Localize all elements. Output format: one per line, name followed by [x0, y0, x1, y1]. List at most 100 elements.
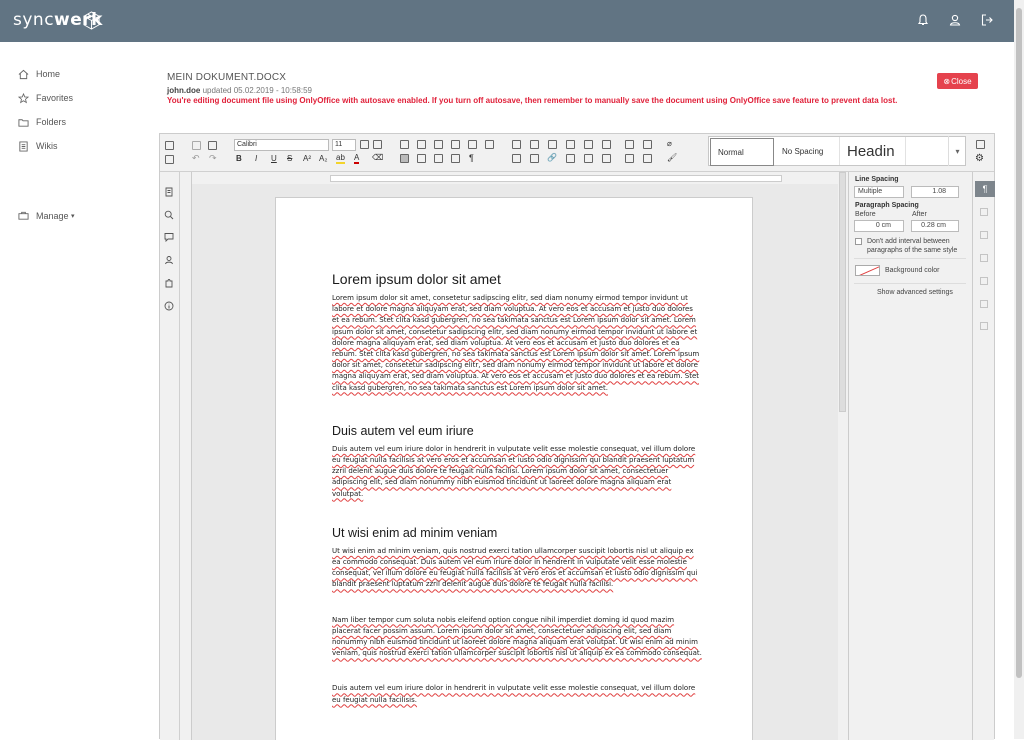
- superscript-icon[interactable]: A²: [303, 154, 311, 163]
- align-center-icon[interactable]: [417, 154, 426, 163]
- horizontal-ruler[interactable]: [192, 172, 838, 184]
- vertical-ruler[interactable]: [180, 172, 192, 740]
- search-icon[interactable]: [164, 207, 174, 220]
- header-settings-icon[interactable]: [980, 254, 988, 262]
- copy-icon[interactable]: [192, 141, 201, 150]
- align-justify-icon[interactable]: [451, 154, 460, 163]
- page-layout-icon[interactable]: [625, 140, 634, 149]
- numbering-icon[interactable]: [417, 140, 426, 149]
- paragraph[interactable]: Nam liber tempor cum soluta nobis eleife…: [332, 615, 702, 660]
- dont-add-interval-checkbox[interactable]: [855, 238, 862, 245]
- line-spacing-icon[interactable]: [485, 140, 494, 149]
- line-spacing-value[interactable]: 1.08: [911, 186, 959, 198]
- view-settings-icon[interactable]: [976, 140, 985, 149]
- briefcase-icon: [18, 211, 29, 220]
- advanced-settings-link[interactable]: Show advanced settings: [877, 289, 953, 296]
- insert-table-icon[interactable]: [512, 140, 521, 149]
- logout-icon[interactable]: [980, 13, 994, 27]
- decrease-font-icon[interactable]: [373, 140, 382, 149]
- print-icon[interactable]: [165, 141, 174, 150]
- chat-user-icon[interactable]: [164, 252, 174, 265]
- insert-chart-icon[interactable]: [548, 140, 557, 149]
- chart-settings-icon[interactable]: [980, 300, 988, 308]
- increase-indent-icon[interactable]: [468, 140, 477, 149]
- bullets-icon[interactable]: [400, 140, 409, 149]
- insert-textbox-icon[interactable]: [566, 140, 575, 149]
- shape-settings-icon[interactable]: [980, 277, 988, 285]
- document-canvas[interactable]: Lorem ipsum dolor sit amet Lorem ipsum d…: [192, 184, 838, 740]
- insert-shape-icon[interactable]: [584, 140, 593, 149]
- align-right-icon[interactable]: [434, 154, 443, 163]
- increase-font-icon[interactable]: [360, 140, 369, 149]
- insert-image-icon[interactable]: [530, 140, 539, 149]
- comments-icon[interactable]: [164, 229, 174, 243]
- clear-format-icon[interactable]: ⌀: [667, 139, 672, 148]
- highlight-icon[interactable]: ab: [336, 153, 345, 164]
- font-color-icon[interactable]: A: [354, 153, 360, 164]
- plugins-icon[interactable]: [164, 275, 174, 288]
- font-size-select[interactable]: 11: [332, 139, 356, 151]
- file-icon[interactable]: [164, 184, 174, 197]
- image-settings-icon[interactable]: [980, 231, 988, 239]
- document-scrollbar[interactable]: [838, 172, 848, 740]
- bell-icon[interactable]: [916, 13, 930, 27]
- undo-icon[interactable]: ↶: [192, 153, 200, 164]
- background-color-picker[interactable]: [855, 265, 880, 276]
- insert-field-icon[interactable]: [530, 154, 539, 163]
- decrease-indent-icon[interactable]: [451, 140, 460, 149]
- line-spacing-mode-select[interactable]: Multiple: [854, 186, 904, 198]
- style-normal[interactable]: Normal: [710, 138, 774, 166]
- style-heading[interactable]: Headin: [840, 137, 906, 165]
- spacing-after-input[interactable]: 0.28 cm: [911, 220, 959, 232]
- header-footer-icon[interactable]: [566, 154, 575, 163]
- paragraph[interactable]: Lorem ipsum dolor sit amet, consetetur s…: [332, 293, 702, 394]
- save-icon[interactable]: [165, 155, 174, 164]
- sidebar-item-folders[interactable]: Folders: [18, 110, 138, 134]
- paragraph[interactable]: Ut wisi enim ad minim veniam, quis nostr…: [332, 546, 702, 591]
- info-icon[interactable]: [164, 298, 174, 311]
- underline-icon[interactable]: U: [271, 154, 277, 163]
- sidebar-item-home[interactable]: Home: [18, 62, 138, 86]
- insert-equation-icon[interactable]: [602, 140, 611, 149]
- multilevel-icon[interactable]: [434, 140, 443, 149]
- style-no-spacing[interactable]: No Spacing: [775, 137, 840, 165]
- table-settings-icon[interactable]: [980, 208, 988, 216]
- font-family-select[interactable]: Calibri: [234, 139, 329, 151]
- bold-icon[interactable]: B: [236, 154, 242, 163]
- strikethrough-icon[interactable]: S: [287, 154, 292, 163]
- top-bar: syncwerk: [0, 0, 1014, 42]
- manage-menu[interactable]: Manage ▾: [18, 210, 75, 221]
- paragraph[interactable]: Duis autem vel eum iriure dolor in hendr…: [332, 444, 702, 500]
- sidebar-item-favorites[interactable]: Favorites: [18, 86, 138, 110]
- textart-settings-icon[interactable]: [980, 322, 988, 330]
- copy-style-icon[interactable]: 🖌: [667, 153, 677, 162]
- columns-icon[interactable]: [625, 154, 634, 163]
- document-page[interactable]: Lorem ipsum dolor sit amet Lorem ipsum d…: [275, 197, 753, 740]
- styles-dropdown-button[interactable]: ▾: [948, 136, 966, 166]
- paste-icon[interactable]: [208, 141, 217, 150]
- page-size-icon[interactable]: [643, 140, 652, 149]
- user-icon[interactable]: [948, 13, 962, 27]
- heading-1[interactable]: Lorem ipsum dolor sit amet: [332, 271, 702, 287]
- italic-icon[interactable]: I: [255, 154, 257, 163]
- paragraph-marks-icon[interactable]: ¶: [469, 153, 474, 163]
- comment-icon[interactable]: [584, 154, 593, 163]
- sidebar-item-wikis[interactable]: Wikis: [18, 134, 138, 158]
- heading-2[interactable]: Duis autem vel eum iriure: [332, 424, 702, 438]
- paragraph[interactable]: Duis autem vel eum iriure dolor in hendr…: [332, 683, 702, 705]
- paragraph-settings-icon[interactable]: ¶: [975, 181, 995, 197]
- document-content[interactable]: Lorem ipsum dolor sit amet Lorem ipsum d…: [332, 271, 702, 706]
- heading-2[interactable]: Ut wisi enim ad minim veniam: [332, 526, 702, 540]
- gear-icon[interactable]: ⚙: [975, 153, 984, 164]
- clear-style-icon[interactable]: ⌫: [372, 153, 383, 162]
- page-scrollbar[interactable]: [1014, 0, 1024, 739]
- margins-icon[interactable]: [643, 154, 652, 163]
- align-left-icon[interactable]: [400, 154, 409, 163]
- spacing-before-input[interactable]: 0 cm: [854, 220, 904, 232]
- page-break-icon[interactable]: [512, 154, 521, 163]
- symbol-icon[interactable]: [602, 154, 611, 163]
- hyperlink-icon[interactable]: 🔗: [547, 153, 557, 162]
- redo-icon[interactable]: ↷: [209, 153, 217, 164]
- close-button[interactable]: ⊗ Close: [937, 73, 978, 89]
- subscript-icon[interactable]: A₂: [319, 154, 327, 163]
